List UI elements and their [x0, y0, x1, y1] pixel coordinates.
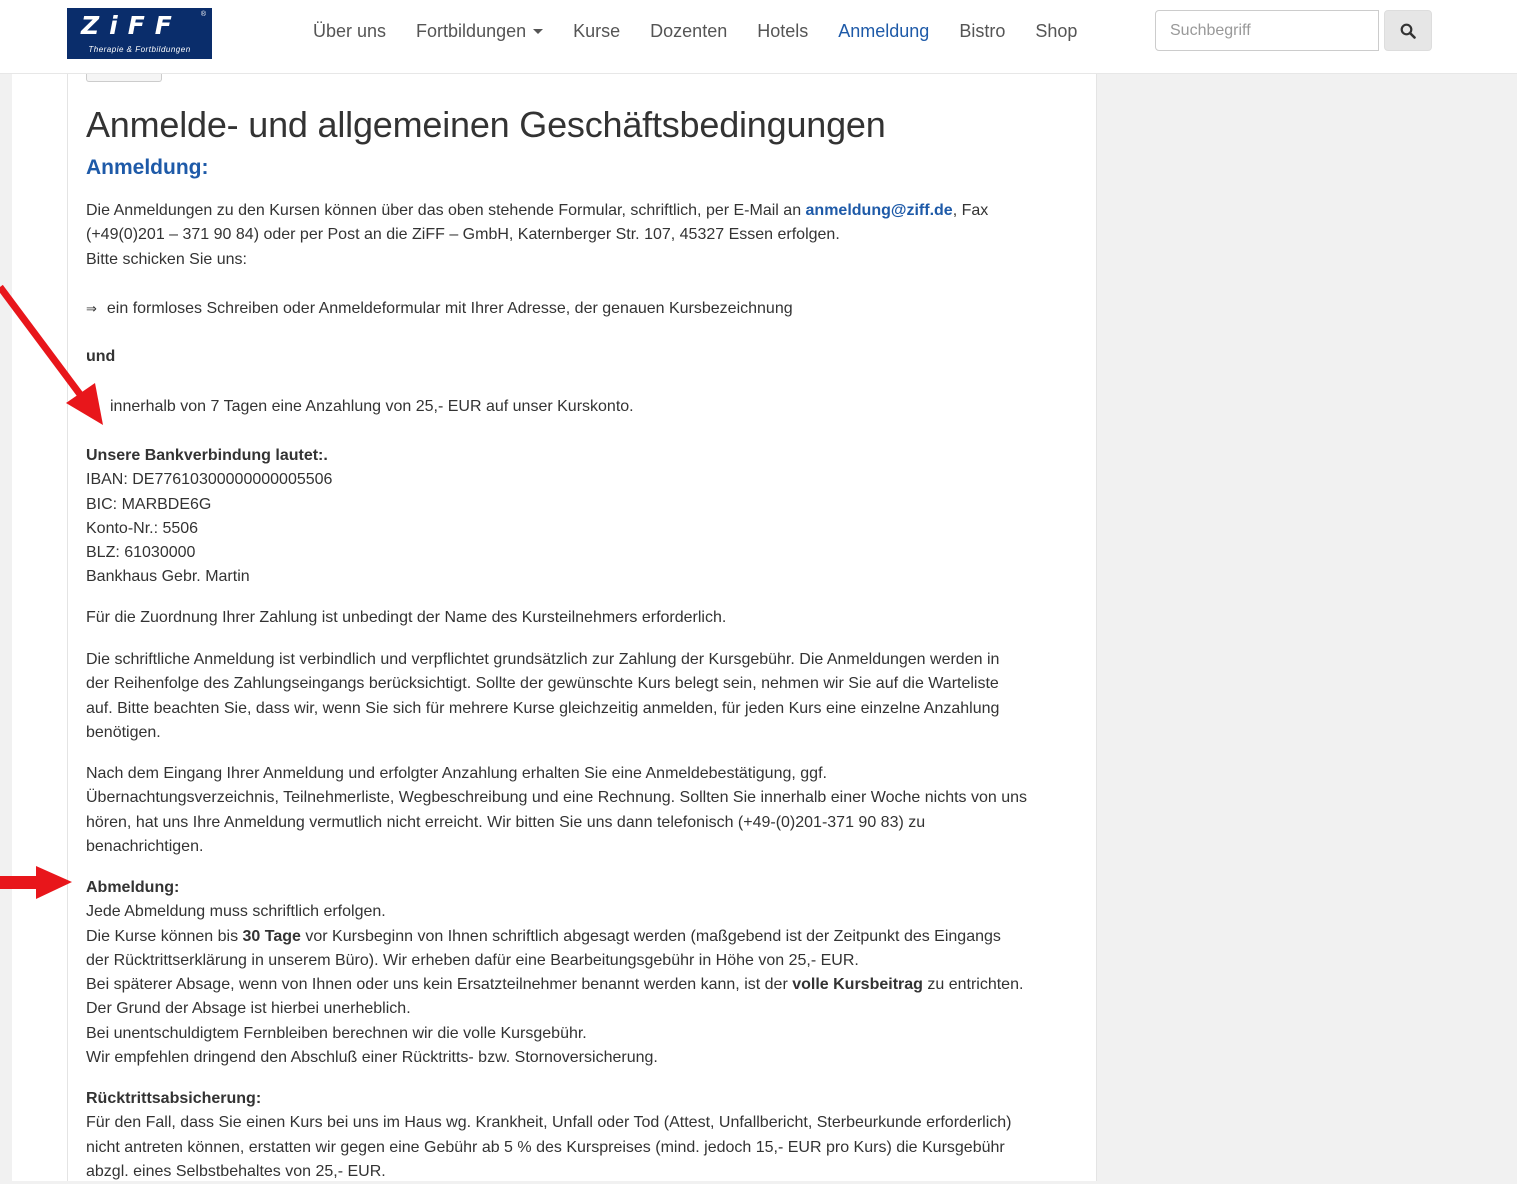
abmeldung-text: Die Kurse können bis — [86, 927, 243, 945]
bank-block: Unsere Bankverbindung lautet:. IBAN: DE7… — [86, 444, 1076, 590]
abmeldung-text: vor Kursbeginn von Ihnen schriftlich abg… — [300, 927, 1001, 945]
nav-item-hotels[interactable]: Hotels — [742, 21, 823, 42]
nav-item-fortbildungen[interactable]: Fortbildungen — [401, 21, 558, 42]
ruecktritt-line: Für den Fall, dass Sie einen Kurs bei un… — [86, 1114, 1012, 1132]
intro-line-3: Bitte schicken Sie uns: — [86, 250, 247, 268]
confirmation-line: benachrichtigen. — [86, 837, 204, 855]
search-icon — [1400, 23, 1416, 39]
left-gutter — [12, 74, 67, 1181]
nav-item-bistro[interactable]: Bistro — [944, 21, 1020, 42]
abmeldung-line: Bei späterer Absage, wenn von Ihnen oder… — [86, 973, 1076, 997]
intro-line-1: Die Anmeldungen zu den Kursen können übe… — [86, 199, 1076, 223]
binding-paragraph: Die schriftliche Anmeldung ist verbindli… — [86, 648, 1076, 745]
ruecktritt-heading: Rücktrittsabsicherung: — [86, 1090, 262, 1107]
page-title: Anmelde- und allgemeinen Geschäftsbeding… — [86, 104, 886, 145]
abmeldung-30-tage: 30 Tage — [242, 927, 301, 945]
top-navbar: ZiFF ® Therapie & Fortbildungen Über uns… — [0, 0, 1517, 74]
logo-registered-mark: ® — [200, 11, 206, 18]
abmeldung-section: Abmeldung: Jede Abmeldung muss schriftli… — [86, 876, 1076, 1070]
ruecktritt-line: abzgl. eines Selbstbehaltes von 25,- EUR… — [86, 1162, 386, 1180]
intro-paragraph: Die Anmeldungen zu den Kursen können übe… — [86, 199, 1076, 272]
bank-heading: Unsere Bankverbindung lautet:. — [86, 447, 328, 464]
abmeldung-line: Wir empfehlen dringend den Abschluß eine… — [86, 1049, 658, 1067]
nav-item-ueber-uns[interactable]: Über uns — [298, 21, 401, 42]
abmeldung-text: Bei späterer Absage, wenn von Ihnen oder… — [86, 976, 793, 994]
abmeldung-line: der Rücktrittserklärung in unserem Büro)… — [86, 951, 859, 969]
binding-line: Die schriftliche Anmeldung ist verbindli… — [86, 651, 1000, 668]
ruecktritt-line: nicht antreten können, erstatten wir geg… — [86, 1138, 1005, 1156]
intro-text-1a: Die Anmeldungen zu den Kursen können übe… — [86, 202, 806, 219]
arrow-bullet-icon: ⇒ — [86, 302, 97, 317]
abmeldung-line: Der Grund der Absage ist hierbei unerheb… — [86, 1000, 411, 1018]
abmeldung-line: Jede Abmeldung muss schriftlich erfolgen… — [86, 903, 386, 921]
abmeldung-heading: Abmeldung: — [86, 879, 180, 896]
main-nav: Über uns Fortbildungen Kurse Dozenten Ho… — [298, 0, 1092, 62]
collapsed-button[interactable] — [86, 74, 162, 82]
binding-line: auf. Bitte beachten Sie, dass wir, wenn … — [86, 699, 1000, 717]
ziff-logo[interactable]: ZiFF ® Therapie & Fortbildungen — [67, 8, 212, 59]
confirmation-line: Übernachtungsverzeichnis, Teilnehmerlist… — [86, 789, 1028, 807]
und-label: und — [86, 348, 116, 365]
nav-item-kurse[interactable]: Kurse — [558, 21, 635, 42]
confirmation-line: hören, hat uns Ihre Anmeldung vermutlich… — [86, 813, 926, 831]
bullet-2-text: innerhalb von 7 Tagen eine Anzahlung von… — [110, 398, 634, 415]
search-input[interactable] — [1155, 10, 1379, 51]
bullet-1-text: ein formloses Schreiben oder Anmeldeform… — [106, 300, 793, 317]
confirmation-paragraph: Nach dem Eingang Ihrer Anmeldung und erf… — [86, 762, 1076, 859]
bank-bic: BIC: MARBDE6G — [86, 495, 212, 513]
zuordnung-paragraph: Für die Zuordnung Ihrer Zahlung ist unbe… — [86, 609, 727, 626]
nav-item-dozenten[interactable]: Dozenten — [635, 21, 742, 42]
abmeldung-text: zu entrichten. — [922, 976, 1024, 994]
bank-konto: Konto-Nr.: 5506 — [86, 519, 199, 537]
abmeldung-volle-kursbeitrag: volle Kursbeitrag — [792, 976, 923, 994]
abmeldung-line: Bei unentschuldigtem Fernbleiben berechn… — [86, 1024, 587, 1042]
section-heading-anmeldung: Anmeldung: — [86, 156, 209, 179]
nav-item-shop[interactable]: Shop — [1020, 21, 1092, 42]
bank-iban: IBAN: DE77610300000000005506 — [86, 471, 333, 489]
confirmation-line: Nach dem Eingang Ihrer Anmeldung und erf… — [86, 765, 827, 782]
bank-name: Bankhaus Gebr. Martin — [86, 568, 250, 586]
binding-line: benötigen. — [86, 723, 161, 741]
abmeldung-line: Die Kurse können bis 30 Tage vor Kursbeg… — [86, 925, 1076, 949]
email-link[interactable]: anmeldung@ziff.de — [806, 202, 953, 219]
intro-text-1b: , Fax — [952, 202, 989, 219]
bullet-1: ⇒ ein formloses Schreiben oder Anmeldefor… — [86, 297, 1076, 322]
logo-tagline: Therapie & Fortbildungen — [88, 45, 191, 54]
intro-line-2: (+49(0)201 – 371 90 84) oder per Post an… — [86, 226, 840, 244]
bank-blz: BLZ: 61030000 — [86, 544, 196, 562]
binding-line: der Reihenfolge des Zahlungseingangs ber… — [86, 675, 999, 693]
nav-item-anmeldung[interactable]: Anmeldung — [823, 21, 944, 42]
ruecktritt-section: Rücktrittsabsicherung: Für den Fall, das… — [86, 1087, 1076, 1184]
search-button[interactable] — [1384, 10, 1432, 51]
